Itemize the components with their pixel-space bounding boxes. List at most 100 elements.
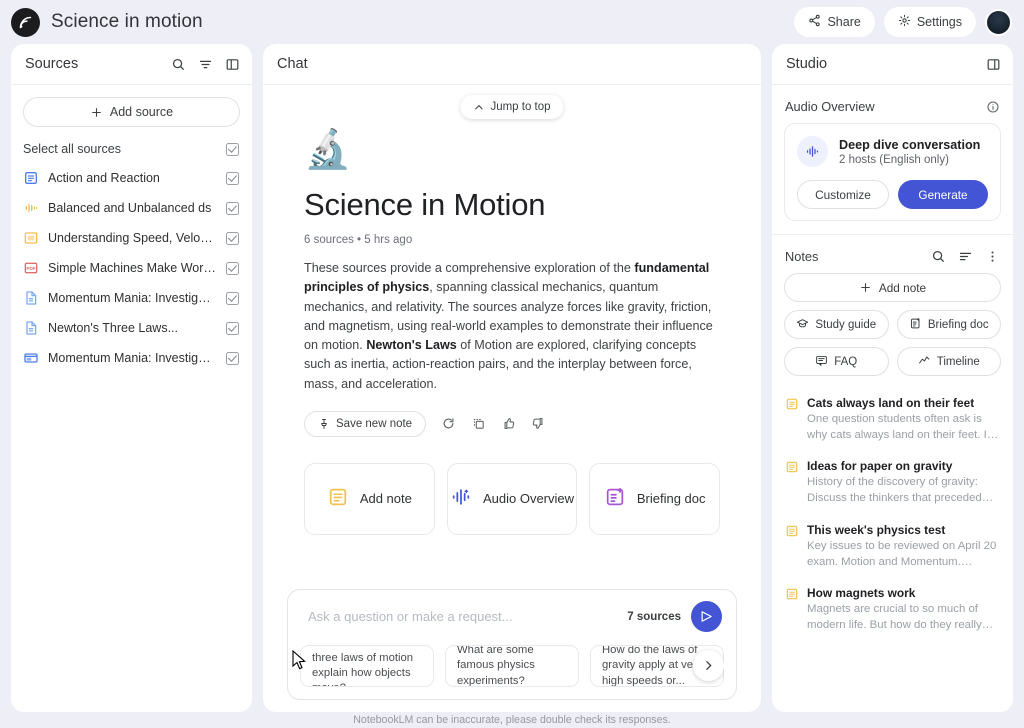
google-slides-icon (23, 230, 39, 246)
panel-toggle-icon[interactable] (225, 57, 240, 72)
studio-action-chips: Study guide Briefing doc FAQ Timeline (784, 310, 1001, 376)
sources-panel: Sources Add source Select all sources Ac… (11, 44, 252, 712)
save-new-note-label: Save new note (336, 417, 413, 430)
suggestion-chip[interactable]: What are some famous physics experiments… (445, 645, 579, 687)
select-all-label: Select all sources (23, 142, 121, 156)
add-source-label: Add source (109, 105, 174, 119)
audio-overview-card[interactable]: Deep dive conversation 2 hosts (English … (784, 123, 1001, 221)
studio-action-chip[interactable]: Briefing doc (896, 310, 1001, 339)
generate-button[interactable]: Generate (898, 180, 988, 209)
source-list-item[interactable]: Action and Reaction (11, 163, 252, 193)
note-list-item[interactable]: This week's physics test Key issues to be… (783, 516, 1002, 579)
save-new-note-button[interactable]: Save new note (304, 410, 427, 437)
quick-action-card[interactable]: Add note (304, 462, 435, 535)
chat-input[interactable] (308, 609, 618, 624)
note-list-item[interactable]: Cats always land on their feet One questi… (783, 389, 1002, 452)
quick-action-label: Audio Overview (482, 491, 575, 507)
source-checkbox[interactable] (226, 261, 239, 275)
add-source-button[interactable]: Add source (23, 97, 240, 127)
more-vertical-icon[interactable] (985, 249, 1000, 264)
filter-icon[interactable] (198, 57, 213, 72)
studio-scroll: Audio Overview Deep dive conversation 2 … (772, 85, 1013, 712)
select-all-sources-row[interactable]: Select all sources (11, 135, 252, 163)
share-button[interactable]: Share (794, 7, 875, 37)
quick-action-cards: Add note Audio Overview Briefing doc (304, 462, 721, 535)
note-title: This week's physics test (807, 522, 946, 537)
sources-title: Sources (25, 56, 79, 72)
studio-action-chip[interactable]: FAQ (784, 347, 889, 376)
notebook-title: Science in Motion (304, 187, 546, 222)
notebook-emoji: 🔬 (304, 129, 352, 171)
slides-icon (23, 350, 39, 366)
note-preview: Magnets are crucial to so much of modern… (807, 603, 982, 632)
search-icon[interactable] (931, 249, 946, 264)
suggestion-chip[interactable]: How do Newton's three laws of motion exp… (300, 645, 434, 687)
quick-action-card[interactable]: Briefing doc (589, 462, 721, 535)
chat-panel: Chat Jump to top 🔬 Science in Motion 6 s… (263, 44, 761, 712)
note-title: Ideas for paper on gravity (807, 459, 953, 474)
search-icon[interactable] (171, 57, 186, 72)
source-checkbox[interactable] (226, 351, 239, 365)
panel-toggle-icon[interactable] (986, 57, 1001, 72)
audio-overview-title: Audio Overview (785, 99, 875, 114)
source-checkbox[interactable] (226, 321, 239, 335)
note-icon (785, 587, 799, 633)
add-note-button[interactable]: Add note (784, 273, 1001, 302)
source-checkbox[interactable] (226, 201, 239, 215)
quick-action-label: Briefing doc (636, 491, 706, 507)
jump-to-top-button[interactable]: Jump to top (460, 95, 564, 119)
studio-action-chip[interactable]: Timeline (896, 347, 1001, 376)
source-list-item[interactable]: Newton's Three Laws... (11, 313, 252, 343)
source-list-item[interactable]: Momentum Mania: Investigating th... (11, 283, 252, 313)
source-name: Understanding Speed, Velocity and... (48, 231, 217, 245)
note-title: Cats always land on their feet (807, 396, 975, 410)
select-all-checkbox[interactable] (226, 142, 239, 156)
studio-header-icons (986, 57, 1001, 72)
send-button[interactable] (691, 601, 722, 632)
plus-icon (92, 107, 101, 117)
copy-icon[interactable] (471, 416, 486, 431)
studio-chip-label: Briefing doc (927, 318, 989, 331)
document-icon (23, 290, 39, 306)
note-list-item[interactable]: How magnets work Magnets are crucial to s… (783, 579, 1002, 642)
quick-action-card[interactable]: Audio Overview (446, 462, 578, 535)
source-list-item[interactable]: Balanced and Unbalanced ds (11, 193, 252, 223)
notebooklm-logo-icon[interactable] (11, 7, 40, 37)
suggestion-chips: How do Newton's three laws of motion exp… (300, 645, 724, 687)
refresh-icon[interactable] (441, 416, 456, 431)
sort-icon[interactable] (958, 249, 973, 264)
source-list-item[interactable]: PDF Simple Machines Make Work Easier... (11, 253, 252, 283)
note-list-item[interactable]: Ideas for paper on gravity History of the… (783, 452, 1002, 515)
source-checkbox[interactable] (226, 291, 239, 305)
studio-chip-label: Study guide (815, 318, 877, 331)
source-list-item[interactable]: Momentum Mania: Investigating th... (11, 343, 252, 373)
studio-chip-label: FAQ (834, 355, 858, 368)
next-suggestions-button[interactable] (693, 650, 724, 681)
audio-waveform-icon (797, 136, 828, 167)
info-icon[interactable] (986, 100, 1000, 114)
source-name: Action and Reaction (48, 171, 160, 185)
jump-to-top-label: Jump to top (490, 101, 551, 113)
studio-action-chip[interactable]: Study guide (784, 310, 889, 339)
document-icon (23, 320, 39, 336)
composer-input-row: 7 sources (300, 601, 724, 632)
top-bar: Science in motion Share Settings (0, 0, 1024, 44)
source-checkbox[interactable] (226, 231, 239, 245)
source-name: Momentum Mania: Investigating th... (48, 351, 217, 365)
thumbs-down-icon[interactable] (531, 416, 546, 431)
thumbs-up-icon[interactable] (501, 416, 516, 431)
customize-button[interactable]: Customize (797, 180, 889, 209)
chevron-right-icon (706, 661, 712, 670)
add-note-label: Add note (878, 280, 927, 295)
chat-composer: 7 sources How do Newton's three laws of … (287, 589, 737, 700)
faq-icon (815, 354, 828, 370)
pdf-icon: PDF (23, 260, 39, 276)
footer-disclaimer: NotebookLM can be inaccurate, please dou… (353, 714, 671, 726)
notes-title: Notes (785, 249, 819, 264)
avatar[interactable] (985, 8, 1012, 36)
chevron-up-icon (475, 104, 483, 109)
source-checkbox[interactable] (226, 171, 239, 185)
source-list-item[interactable]: Understanding Speed, Velocity and... (11, 223, 252, 253)
google-docs-icon (23, 170, 39, 186)
settings-button[interactable]: Settings (883, 7, 976, 37)
